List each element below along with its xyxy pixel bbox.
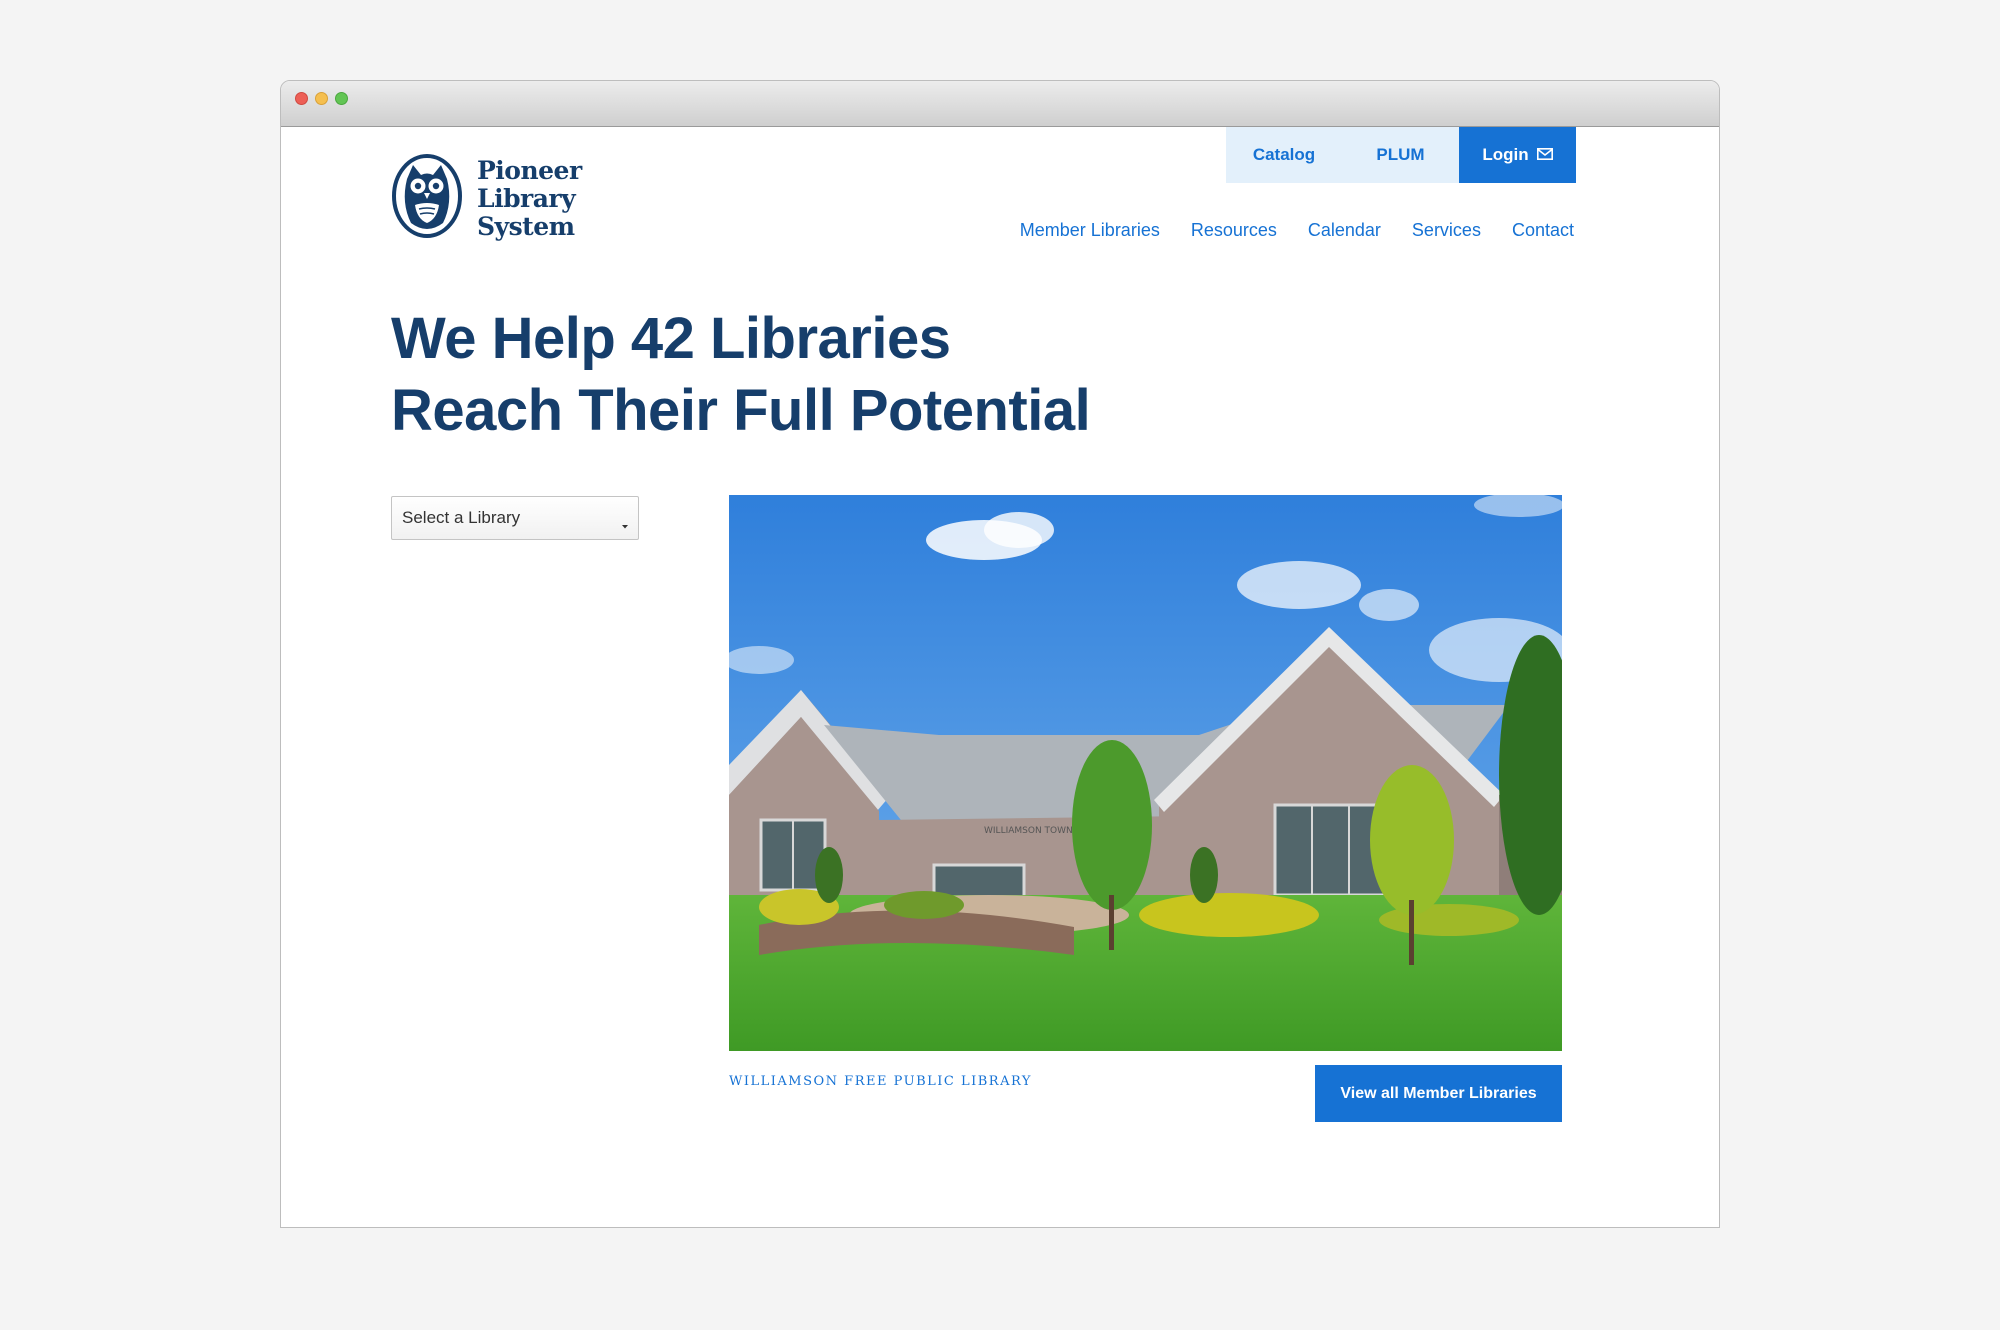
nav-member-libraries[interactable]: Member Libraries bbox=[1020, 220, 1160, 241]
plum-link[interactable]: PLUM bbox=[1342, 127, 1459, 183]
view-all-member-libraries-button[interactable]: View all Member Libraries bbox=[1315, 1065, 1562, 1122]
logo-line-1: Pioneer bbox=[477, 155, 582, 185]
hero-headline: We Help 42 Libraries Reach Their Full Po… bbox=[391, 303, 1091, 447]
main-nav: Member Libraries Resources Calendar Serv… bbox=[1020, 220, 1574, 241]
web-page: Pioneer Library System Catalog PLUM Logi… bbox=[281, 127, 1719, 1227]
featured-library-caption: WILLIAMSON FREE PUBLIC LIBRARY bbox=[729, 1074, 1032, 1089]
login-button[interactable]: Login bbox=[1459, 127, 1576, 183]
logo-wordmark: Pioneer Library System bbox=[477, 155, 582, 241]
window-titlebar bbox=[281, 81, 1719, 127]
browser-window: Pioneer Library System Catalog PLUM Logi… bbox=[280, 80, 1720, 1228]
library-select[interactable]: Select a Library bbox=[391, 496, 639, 540]
logo-line-2: Library bbox=[477, 183, 576, 213]
hero-line-1: We Help 42 Libraries bbox=[391, 306, 951, 371]
building-sign-text: WILLIAMSON TOWN C bbox=[984, 826, 1082, 836]
library-select-value: Select a Library bbox=[402, 508, 521, 527]
owl-icon bbox=[391, 153, 463, 244]
minimize-window-button[interactable] bbox=[315, 92, 328, 105]
caret-down-icon bbox=[621, 515, 629, 535]
close-window-button[interactable] bbox=[295, 92, 308, 105]
login-label: Login bbox=[1482, 145, 1529, 164]
nav-contact[interactable]: Contact bbox=[1512, 220, 1574, 241]
hero-line-2: Reach Their Full Potential bbox=[391, 378, 1091, 443]
nav-services[interactable]: Services bbox=[1412, 220, 1481, 241]
zoom-window-button[interactable] bbox=[335, 92, 348, 105]
library-photo: WILLIAMSON TOWN C bbox=[729, 495, 1562, 1051]
nav-resources[interactable]: Resources bbox=[1191, 220, 1277, 241]
utility-nav: Catalog PLUM Login bbox=[1226, 127, 1576, 183]
nav-calendar[interactable]: Calendar bbox=[1308, 220, 1381, 241]
logo-line-3: System bbox=[477, 211, 575, 241]
site-logo[interactable]: Pioneer Library System bbox=[391, 153, 582, 244]
catalog-link[interactable]: Catalog bbox=[1226, 127, 1342, 183]
envelope-icon bbox=[1536, 145, 1553, 165]
